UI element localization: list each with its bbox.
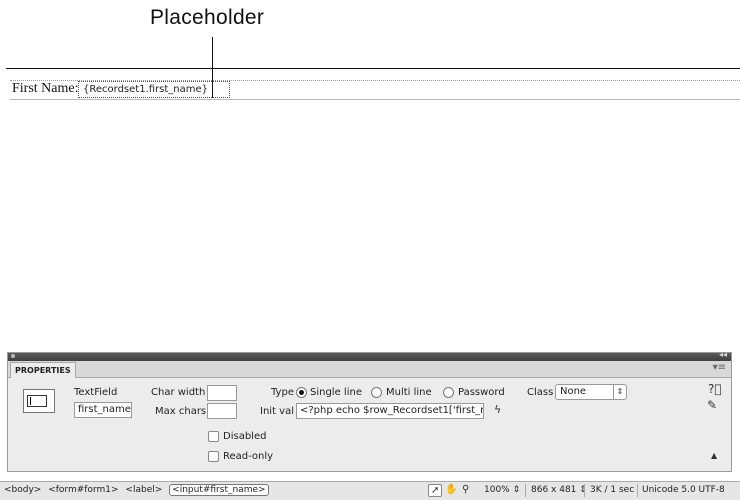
password-label: Password [458,387,505,398]
help-icon[interactable]: ?⃝ [708,382,722,396]
textfield-swatch-icon [23,389,55,413]
properties-panel: ◂◂ PROPERTIES ▾≡ TextField first_name Ch… [7,350,732,472]
readonly-label: Read-only [223,451,274,462]
class-select[interactable]: None ⇕ [555,384,627,400]
window-size-value: 866 x 481 [531,485,577,495]
tag-label[interactable]: <label> [125,485,162,495]
first-name-textfield[interactable]: {Recordset1.first_name} [78,81,230,98]
first-name-label: First Name: [12,81,79,96]
char-width-input[interactable] [207,385,237,401]
zoom-select[interactable]: 100% ⇕ [484,485,520,495]
hand-tool-icon[interactable]: ✋ [445,484,457,495]
password-radio[interactable] [443,387,454,398]
zoom-value: 100% [484,485,510,495]
select-arrows-icon: ⇕ [613,385,626,399]
pointer-tool-icon[interactable]: ➚ [428,484,443,497]
status-bar: <body> <form#form1> <label> <input#first… [0,481,740,500]
download-size: 3K / 1 sec [590,485,635,495]
status-separator [637,484,638,497]
panel-title-bar[interactable]: ◂◂ [8,350,731,361]
char-width-label: Char width [151,387,206,398]
readonly-checkbox[interactable] [208,451,219,462]
tag-form[interactable]: <form#form1> [48,485,118,495]
window-size-select[interactable]: 866 x 481 ⇕ [531,485,587,495]
max-chars-label: Max chars [155,406,207,417]
single-line-radio[interactable] [296,387,307,398]
class-label: Class [527,387,554,398]
class-select-value: None [560,386,587,397]
document-top-rule [6,68,740,69]
multi-line-radio[interactable] [371,387,382,398]
type-label: Type [271,387,294,398]
lightning-icon[interactable]: ϟ [494,403,501,416]
multi-line-label: Multi line [386,387,432,398]
panel-tab-bar: PROPERTIES ▾≡ [8,361,731,378]
edit-icon[interactable]: ✎ [707,398,717,412]
init-val-label: Init val [260,406,294,417]
encoding-label: Unicode 5.0 UTF-8 [642,485,725,495]
document-form-row: First Name: {Recordset1.first_name} [10,80,740,100]
panel-collapse-icon[interactable]: ◂◂ [719,350,727,359]
disabled-label: Disabled [223,431,267,442]
element-name-input[interactable]: first_name [74,402,132,418]
tab-properties[interactable]: PROPERTIES [10,362,76,378]
panel-menu-icon[interactable]: ▾≡ [713,362,726,373]
single-line-label: Single line [310,387,362,398]
max-chars-input[interactable] [207,403,237,419]
tag-body[interactable]: <body> [4,485,41,495]
placeholder-callout-label: Placeholder [150,6,265,29]
init-val-input[interactable]: <?php echo $row_Recordset1['first_nam [296,403,484,419]
status-separator [584,484,585,497]
panel-close-icon[interactable] [11,354,15,358]
disabled-checkbox[interactable] [208,431,219,442]
status-separator [525,484,526,497]
element-type-label: TextField [74,387,118,398]
tag-input[interactable]: <input#first_name> [169,484,269,496]
zoom-tool-icon[interactable]: ⚲ [462,484,469,495]
tag-selector: <body> <form#form1> <label> <input#first… [4,484,273,496]
panel-expand-icon[interactable]: ▲ [711,451,717,460]
